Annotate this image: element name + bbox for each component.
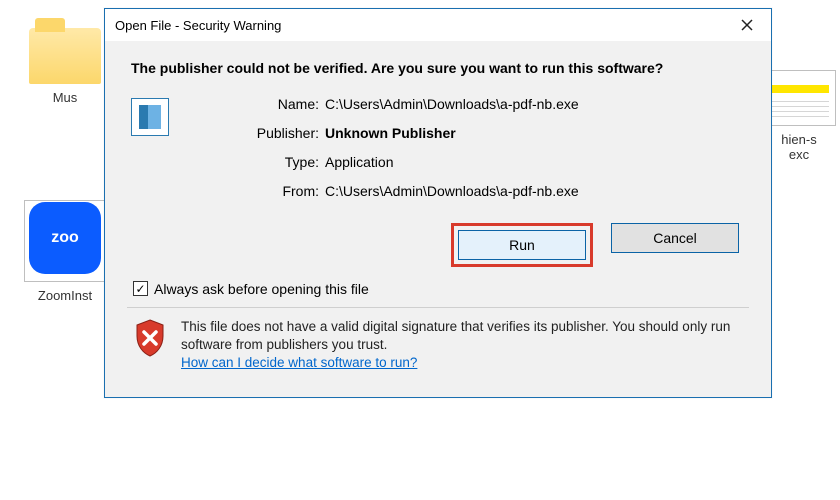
desktop-folder-music[interactable]: Mus <box>20 28 110 105</box>
highlight-annotation: Run <box>451 223 593 267</box>
security-warning-dialog: Open File - Security Warning The publish… <box>104 8 772 398</box>
desktop-app-zoom[interactable]: zoo ZoomInst <box>20 200 110 303</box>
shield-icon <box>133 318 167 358</box>
close-icon <box>741 19 753 31</box>
close-button[interactable] <box>725 10 769 40</box>
desktop-item-label: Mus <box>20 90 110 105</box>
value-from: C:\Users\Admin\Downloads\a-pdf-nb.exe <box>325 183 745 199</box>
run-button[interactable]: Run <box>458 230 586 260</box>
value-type: Application <box>325 154 745 170</box>
value-publisher: Unknown Publisher <box>325 125 745 141</box>
folder-icon <box>29 28 101 84</box>
checkbox-icon: ✓ <box>133 281 148 296</box>
cancel-button[interactable]: Cancel <box>611 223 739 253</box>
label-publisher: Publisher: <box>199 125 319 141</box>
label-type: Type: <box>199 154 319 170</box>
dialog-content: The publisher could not be verified. Are… <box>105 41 771 397</box>
divider <box>127 307 749 308</box>
desktop-file-excel[interactable]: hien-s exc <box>764 70 834 162</box>
excel-thumbnail-icon <box>764 70 836 126</box>
label-from: From: <box>199 183 319 199</box>
label-name: Name: <box>199 96 319 112</box>
desktop-item-label: hien-s <box>764 132 834 147</box>
value-name: C:\Users\Admin\Downloads\a-pdf-nb.exe <box>325 96 745 112</box>
desktop-item-label: ZoomInst <box>20 288 110 303</box>
button-row: Run Cancel <box>137 223 739 267</box>
footer-help-link[interactable]: How can I decide what software to run? <box>181 355 417 370</box>
titlebar[interactable]: Open File - Security Warning <box>105 9 771 41</box>
dialog-footer: This file does not have a valid digital … <box>131 318 745 383</box>
desktop-item-label: exc <box>764 147 834 162</box>
application-icon <box>131 98 169 136</box>
always-ask-checkbox[interactable]: ✓ Always ask before opening this file <box>133 281 745 297</box>
dialog-headline: The publisher could not be verified. Are… <box>131 59 745 78</box>
checkbox-label: Always ask before opening this file <box>154 281 369 297</box>
zoom-icon: zoo <box>29 202 101 274</box>
dialog-title: Open File - Security Warning <box>115 18 725 33</box>
footer-text: This file does not have a valid digital … <box>181 319 730 352</box>
file-details: Name: C:\Users\Admin\Downloads\a-pdf-nb.… <box>199 96 745 199</box>
